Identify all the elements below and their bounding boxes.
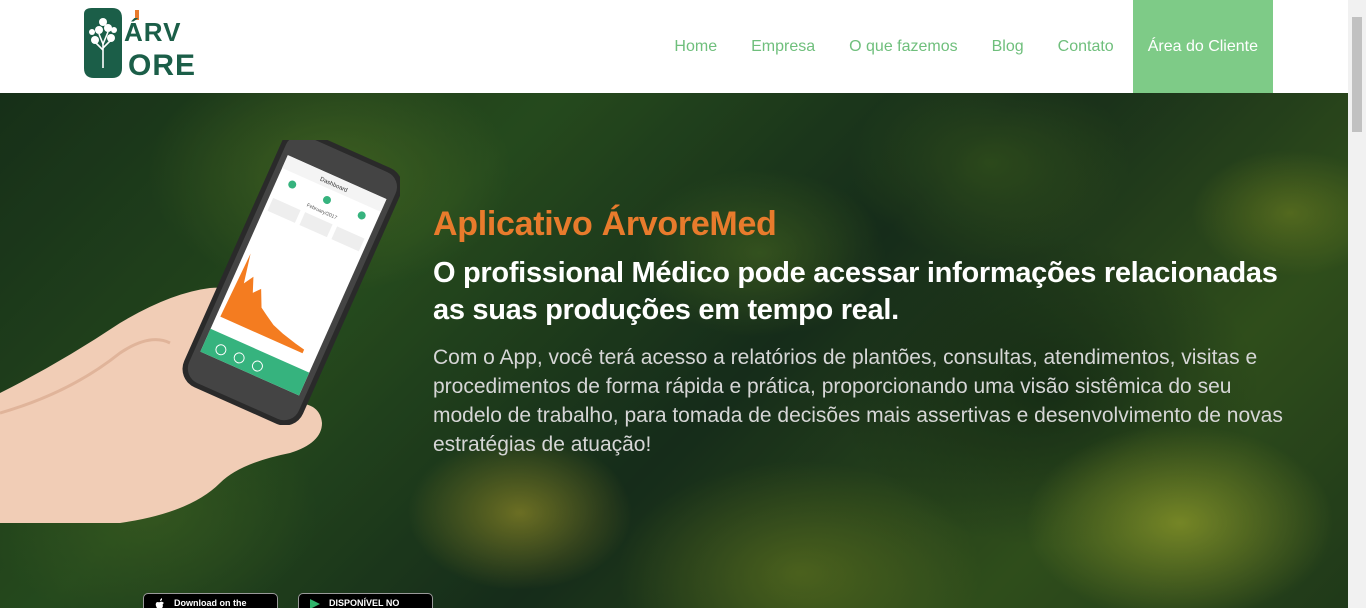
nav-blog[interactable]: Blog	[975, 0, 1041, 93]
app-store-badge[interactable]: Download on the	[143, 593, 278, 608]
hero-content: Aplicativo ÁrvoreMed O profissional Médi…	[433, 205, 1313, 459]
apple-icon	[155, 598, 164, 608]
arvore-logo[interactable]: ÁRV ORE	[82, 8, 204, 78]
store-badges: Download on the DISPONÍVEL NO	[143, 593, 433, 608]
nav-contato[interactable]: Contato	[1041, 0, 1131, 93]
hero-headline: O profissional Médico pode acessar infor…	[433, 257, 1278, 326]
hero-body: Com o App, você terá acesso a relatórios…	[433, 346, 1283, 456]
hero-section: Dashboard February/2017 Aplicativo Árvor…	[0, 93, 1348, 608]
phone-mockup: Dashboard February/2017	[182, 140, 400, 425]
play-store-icon	[310, 599, 320, 608]
nav-home[interactable]: Home	[657, 0, 734, 93]
client-area-button[interactable]: Área do Cliente	[1132, 0, 1273, 93]
logo-text-top: ÁRV	[124, 17, 181, 47]
scrollbar-thumb[interactable]	[1352, 17, 1362, 132]
google-play-badge[interactable]: DISPONÍVEL NO	[298, 593, 433, 608]
nav-empresa[interactable]: Empresa	[734, 0, 832, 93]
page-scrollbar[interactable]	[1348, 0, 1366, 608]
logo-text-bottom: ORE	[128, 49, 196, 78]
site-header: ÁRV ORE Home Empresa O que fazemos Blog …	[0, 0, 1348, 93]
app-store-label: Download on the	[174, 598, 247, 608]
main-nav: Home Empresa O que fazemos Blog Contato …	[657, 0, 1273, 93]
google-play-label: DISPONÍVEL NO	[329, 598, 400, 608]
nav-o-que-fazemos[interactable]: O que fazemos	[832, 0, 975, 93]
hero-kicker: Aplicativo ÁrvoreMed	[433, 205, 777, 243]
